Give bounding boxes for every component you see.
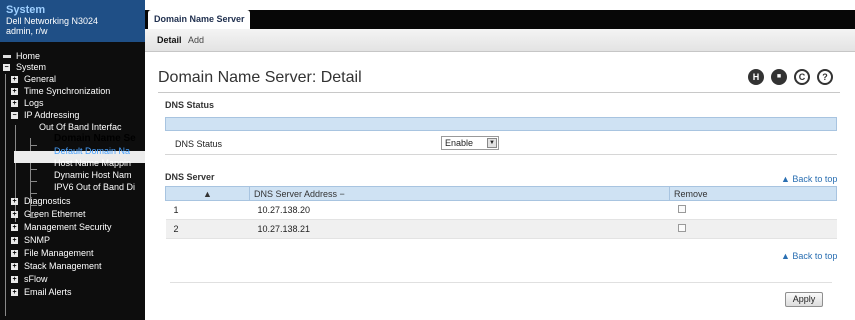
- sidebar-item-sflow[interactable]: + sFlow: [11, 273, 48, 285]
- sidebar-item-ipv6-out-of-band[interactable]: IPV6 Out of Band Di: [54, 181, 135, 193]
- sidebar-item-label: Time Synchronization: [24, 86, 111, 96]
- collapse-icon[interactable]: −: [11, 111, 18, 119]
- back-to-top-link[interactable]: ▲ Back to top: [781, 251, 837, 261]
- sidebar-item-label: Email Alerts: [24, 287, 72, 297]
- system-title: System: [6, 4, 46, 16]
- apply-button[interactable]: Apply: [785, 292, 823, 307]
- sidebar-item-out-of-band[interactable]: Out Of Band Interfac: [39, 121, 122, 133]
- dns-address: 10.27.138.20: [249, 200, 670, 220]
- sidebar-item-host-name-mapping[interactable]: Host Name Mappin: [54, 157, 131, 169]
- sidebar-item-system[interactable]: − System: [3, 61, 46, 73]
- sidebar-item-label: SNMP: [24, 235, 51, 245]
- remove-header: Remove: [669, 186, 837, 201]
- system-header: System Dell Networking N3024 admin, r/w: [0, 0, 145, 42]
- sidebar-item-file-management[interactable]: + File Management: [11, 247, 94, 259]
- expand-icon[interactable]: +: [11, 210, 18, 218]
- divider: [170, 282, 832, 283]
- expand-icon[interactable]: +: [11, 75, 18, 83]
- tree-connector: [30, 169, 37, 170]
- dns-address-header[interactable]: DNS Server Address −: [249, 186, 670, 201]
- page-title: Domain Name Server: Detail: [158, 69, 362, 86]
- table-row: 2 10.27.138.21: [165, 219, 837, 239]
- row-index: 1: [165, 200, 250, 220]
- expand-icon[interactable]: +: [11, 275, 18, 283]
- sidebar-item-stack-management[interactable]: + Stack Management: [11, 260, 102, 272]
- sidebar-item-time-sync[interactable]: + Time Synchronization: [11, 85, 110, 97]
- dns-status-section-title: DNS Status: [165, 100, 215, 110]
- app-window: System Dell Networking N3024 admin, r/w …: [0, 0, 855, 320]
- sidebar-item-label: Domain Name Se: [54, 133, 136, 144]
- sidebar-item-label: IPV6 Out of Band Di: [54, 182, 136, 192]
- refresh-icon[interactable]: C: [794, 69, 810, 85]
- sidebar-item-green-ethernet[interactable]: + Green Ethernet: [11, 208, 86, 220]
- expand-icon[interactable]: +: [11, 99, 18, 107]
- sidebar-item-label: Dynamic Host Nam: [54, 170, 132, 180]
- sidebar-item-ip-addressing[interactable]: − IP Addressing: [11, 109, 79, 121]
- user-info: admin, r/w: [6, 26, 48, 36]
- sub-tab-bar: Detail Add: [145, 29, 855, 52]
- sidebar-item-diagnostics[interactable]: + Diagnostics: [11, 195, 71, 207]
- tree-connector: [30, 181, 37, 182]
- expand-icon[interactable]: +: [11, 87, 18, 95]
- sidebar-item-label: Host Name Mappin: [54, 158, 132, 168]
- home-icon: [3, 54, 11, 58]
- remove-checkbox[interactable]: [677, 205, 686, 213]
- tab-add[interactable]: Add: [188, 35, 204, 46]
- sidebar-item-label: General: [24, 74, 57, 84]
- sidebar-item-domain-name-server[interactable]: Domain Name Se: [54, 133, 136, 145]
- sidebar-item-default-domain[interactable]: Default Domain Na: [54, 145, 130, 157]
- dns-server-table: ▲ DNS Server Address − Remove 1 10.27.13…: [165, 186, 837, 239]
- tab-domain-name-server[interactable]: Domain Name Server: [148, 10, 250, 29]
- navigation-tree: Home − System + General + Time Synchroni…: [0, 42, 145, 320]
- sidebar-item-label: System: [16, 62, 47, 72]
- expand-icon[interactable]: +: [11, 262, 18, 270]
- dns-status-select[interactable]: Enable ▼: [441, 136, 499, 150]
- sidebar-item-label: Green Ethernet: [24, 209, 86, 219]
- back-to-top-link[interactable]: ▲ Back to top: [781, 174, 837, 184]
- divider: [158, 92, 840, 93]
- sidebar-item-label: sFlow: [24, 274, 48, 284]
- dns-server-section-title: DNS Server: [165, 172, 215, 182]
- tree-connector: [30, 145, 37, 146]
- sidebar-item-label: Diagnostics: [24, 196, 71, 206]
- save-icon[interactable]: H: [748, 69, 764, 85]
- expand-icon[interactable]: +: [11, 223, 18, 231]
- sidebar-item-label: IP Addressing: [24, 110, 80, 120]
- collapse-icon[interactable]: −: [3, 63, 10, 71]
- expand-icon[interactable]: +: [11, 236, 18, 244]
- tree-connector: [30, 193, 37, 194]
- tab-detail[interactable]: Detail: [157, 35, 182, 46]
- top-tab-bar: [145, 10, 855, 29]
- remove-checkbox[interactable]: [677, 224, 686, 232]
- print-icon[interactable]: ■: [771, 69, 787, 85]
- help-icon[interactable]: ?: [817, 69, 833, 85]
- sidebar-item-email-alerts[interactable]: + Email Alerts: [11, 286, 72, 298]
- sidebar-item-logs[interactable]: + Logs: [11, 97, 44, 109]
- table-header-row: ▲ DNS Server Address − Remove: [165, 186, 837, 201]
- dns-status-header-bar: [165, 117, 837, 131]
- expand-icon[interactable]: +: [11, 249, 18, 257]
- dns-status-label: DNS Status: [175, 139, 223, 149]
- device-name: Dell Networking N3024: [6, 16, 99, 26]
- sidebar-item-dynamic-host[interactable]: Dynamic Host Nam: [54, 169, 132, 181]
- dns-status-value: Enable: [445, 138, 474, 148]
- sidebar-item-label: Default Domain Na: [54, 146, 131, 156]
- sidebar-item-management-security[interactable]: + Management Security: [11, 221, 112, 233]
- expand-icon[interactable]: +: [11, 197, 18, 205]
- sidebar-item-label: Stack Management: [24, 261, 102, 271]
- sidebar-item-snmp[interactable]: + SNMP: [11, 234, 50, 246]
- sidebar-item-label: Management Security: [24, 222, 112, 232]
- tree-connector: [5, 74, 6, 316]
- sidebar-item-general[interactable]: + General: [11, 73, 56, 85]
- sidebar-item-label: File Management: [24, 248, 94, 258]
- sort-index-header[interactable]: ▲: [165, 186, 250, 201]
- sidebar-item-label: Logs: [24, 98, 44, 108]
- dns-status-row: DNS Status: [165, 131, 837, 155]
- row-index: 2: [165, 219, 250, 239]
- sidebar-item-label: Out Of Band Interfac: [39, 122, 122, 132]
- expand-icon[interactable]: +: [11, 288, 18, 296]
- chevron-down-icon[interactable]: ▼: [487, 138, 497, 148]
- dns-address: 10.27.138.21: [249, 219, 670, 239]
- table-row: 1 10.27.138.20: [165, 200, 837, 220]
